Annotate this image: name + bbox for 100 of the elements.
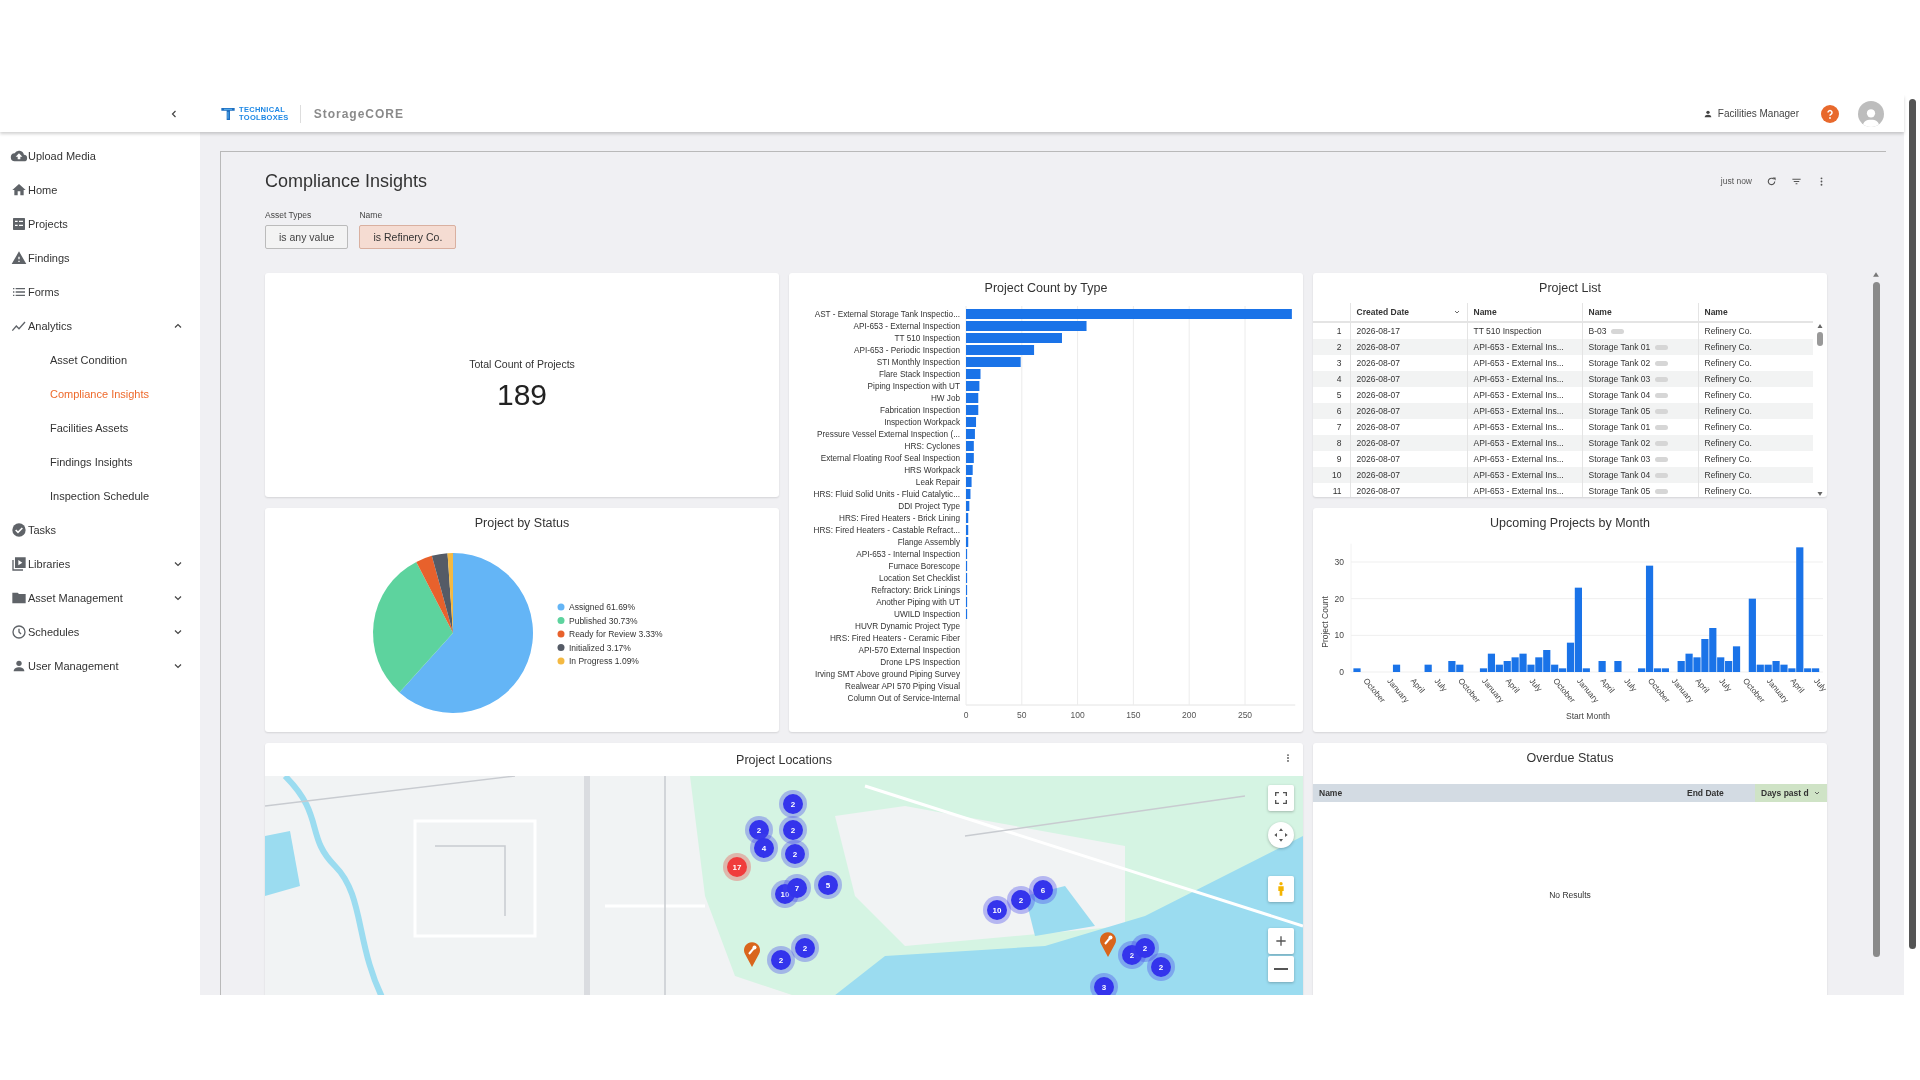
table-cell: API-653 - External Ins... xyxy=(1467,403,1582,419)
axis-label: HUVR Dynamic Project Type xyxy=(855,622,960,631)
row-number: 11 xyxy=(1313,483,1350,497)
plus-icon xyxy=(1273,933,1289,949)
clock-icon xyxy=(10,624,28,640)
filter-label: Asset Types xyxy=(265,210,313,222)
table-cell: Storage Tank 03 xyxy=(1588,454,1651,464)
nav-item[interactable]: Libraries xyxy=(0,547,200,581)
axis-tick-label: 30 xyxy=(1334,557,1344,567)
legend-label: Published 30.73% xyxy=(569,615,638,626)
nav-item[interactable]: Forms xyxy=(0,275,200,309)
axis-label: External Floating Roof Seal Inspection xyxy=(820,454,960,463)
bar xyxy=(966,369,981,379)
filter-label: Name xyxy=(359,210,384,222)
axis-tick-label: July xyxy=(1622,676,1639,694)
table-cell: API-653 - External Ins... xyxy=(1467,483,1582,497)
check-circle-icon xyxy=(10,522,28,538)
column-header[interactable]: Created Date xyxy=(1350,303,1467,322)
filter-chip[interactable]: is Refinery Co. xyxy=(359,225,457,249)
table-title: Overdue Status xyxy=(1525,750,1615,767)
table-cell: Storage Tank 03 xyxy=(1588,374,1651,384)
column-header[interactable]: Name xyxy=(1313,784,1681,802)
bar xyxy=(1614,661,1622,672)
column-header[interactable]: End Date xyxy=(1681,784,1755,802)
table-cell: Storage Tank 01 xyxy=(1588,422,1651,432)
axis-title: Project Count xyxy=(1320,596,1330,648)
nav-item[interactable]: Findings Insights xyxy=(0,445,200,479)
table-cell: Storage Tank 01 xyxy=(1588,342,1651,352)
nav-item[interactable]: Facilities Assets xyxy=(0,411,200,445)
axis-label: API-570 External Inspection xyxy=(858,646,960,655)
nav-item[interactable]: Schedules xyxy=(0,615,200,649)
table-cell: Refinery Co. xyxy=(1698,435,1813,451)
bar xyxy=(966,501,970,511)
refresh-time: just now xyxy=(1720,176,1752,186)
nav-item[interactable]: User Management xyxy=(0,649,200,683)
logo-icon xyxy=(220,105,236,122)
axis-label: HRS: Fired Heaters - Brick Lining xyxy=(838,514,960,523)
bar xyxy=(1353,668,1361,672)
chart-title: Project Count by Type xyxy=(983,280,1109,297)
tag-chip xyxy=(1655,489,1669,495)
row-number: 10 xyxy=(1313,467,1350,483)
table-cell: Refinery Co. xyxy=(1698,403,1813,419)
nav-item[interactable]: Inspection Schedule xyxy=(0,479,200,513)
axis-label: HW Job xyxy=(930,394,960,403)
axis-tick-label: 10 xyxy=(1334,630,1344,641)
table-cell: 2026-08-07 xyxy=(1350,339,1467,355)
axis-label: UWILD Inspection xyxy=(894,610,960,619)
column-header[interactable]: Name xyxy=(1467,303,1582,322)
axis-tick-label: 50 xyxy=(1017,710,1027,720)
nav-item[interactable]: Projects xyxy=(0,207,200,241)
filter-chip[interactable]: is any value xyxy=(265,225,349,249)
column-header[interactable]: Name xyxy=(1582,303,1698,322)
row-number: 6 xyxy=(1313,403,1350,419)
axis-label: AST - External Storage Tank Inspectio... xyxy=(814,310,960,319)
axis-tick-label: July xyxy=(1812,676,1827,694)
product-name: StorageCORE xyxy=(313,106,404,121)
table-cell: Storage Tank 04 xyxy=(1588,390,1651,400)
legend-label: Initialized 3.17% xyxy=(569,642,631,653)
help-icon[interactable] xyxy=(1821,104,1839,123)
axis-label: Leak Repair xyxy=(915,478,960,487)
table-cell: 2026-08-07 xyxy=(1350,403,1467,419)
column-header[interactable]: Name xyxy=(1698,303,1813,322)
axis-label: STI Monthly Inspection xyxy=(876,358,960,367)
nav-item[interactable]: Findings xyxy=(0,241,200,275)
table-cell: Storage Tank 05 xyxy=(1588,486,1651,496)
tag-chip xyxy=(1655,345,1669,351)
nav-item[interactable]: Analytics xyxy=(0,309,200,343)
bar xyxy=(966,441,974,451)
nav-item[interactable]: Asset Condition xyxy=(0,343,200,377)
fullscreen-button[interactable] xyxy=(1268,785,1294,811)
warning-icon xyxy=(10,250,28,266)
row-number: 8 xyxy=(1313,435,1350,451)
axis-label: HRS: Cyclones xyxy=(904,442,960,451)
row-number: 4 xyxy=(1313,371,1350,387)
tag-chip xyxy=(1655,473,1669,479)
axis-label: Irving SMT Above ground Piping Survey xyxy=(814,670,960,679)
home-icon xyxy=(10,182,28,198)
table-cell: Storage Tank 02 xyxy=(1588,358,1651,368)
nav-item[interactable]: Tasks xyxy=(0,513,200,547)
user-role: Facilities Manager xyxy=(1717,108,1799,119)
scrollbar-thumb[interactable] xyxy=(1817,332,1823,346)
cloud-upload-icon xyxy=(10,148,28,164)
bar xyxy=(966,405,979,415)
zoom-out-button[interactable] xyxy=(1268,956,1294,982)
row-number: 5 xyxy=(1313,387,1350,403)
nav-item[interactable]: Upload Media xyxy=(0,139,200,173)
zoom-in-button[interactable] xyxy=(1268,928,1294,954)
scrollbar-thumb[interactable] xyxy=(1872,282,1880,957)
refresh-button[interactable] xyxy=(1766,175,1777,187)
axis-label: HRS: Fluid Solid Units - Fluid Catalytic... xyxy=(813,490,960,499)
page-title: Compliance Insights xyxy=(265,170,428,192)
table-cell: Refinery Co. xyxy=(1698,467,1813,483)
nav-item[interactable]: Asset Management xyxy=(0,581,200,615)
scrollbar-thumb[interactable] xyxy=(1908,99,1916,949)
bar xyxy=(966,345,1035,355)
table-cell: Refinery Co. xyxy=(1698,483,1813,497)
column-header[interactable]: Days past d xyxy=(1755,784,1827,802)
nav-item[interactable]: Home xyxy=(0,173,200,207)
axis-tick-label: 0 xyxy=(963,710,969,720)
folder-icon xyxy=(10,590,28,606)
